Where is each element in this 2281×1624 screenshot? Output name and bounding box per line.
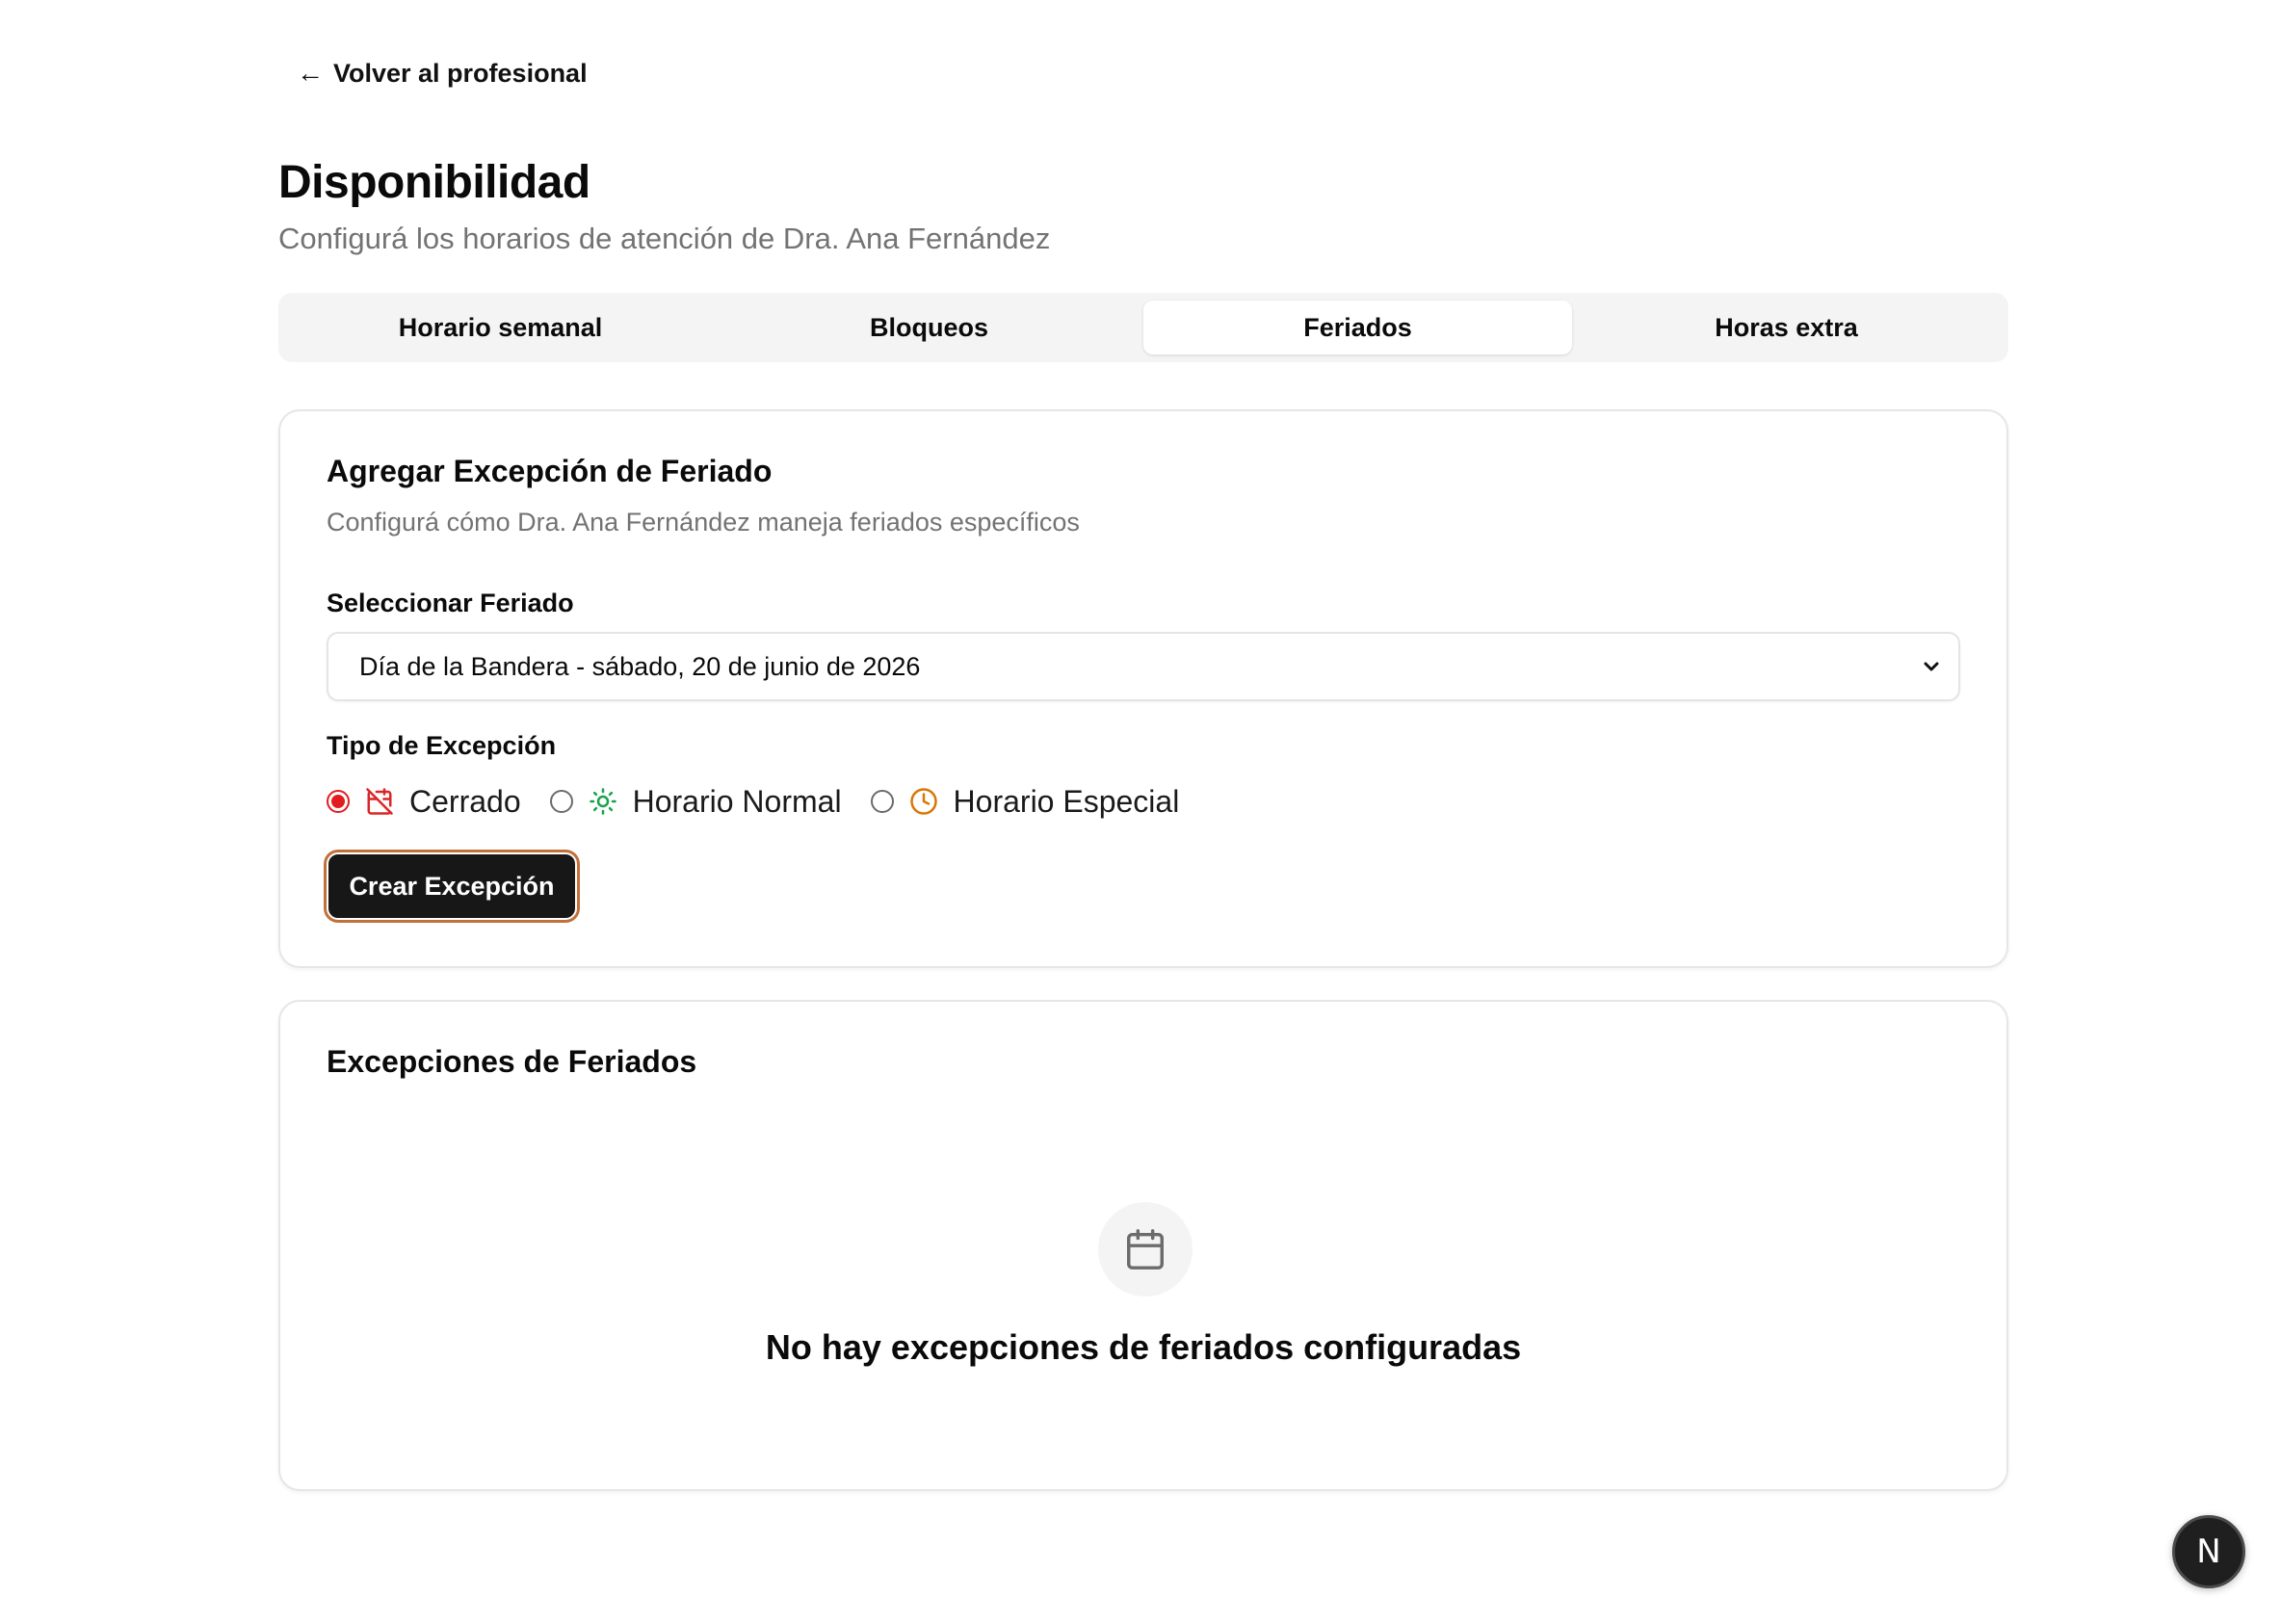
- tab-list: Horario semanal Bloqueos Feriados Horas …: [278, 293, 2008, 362]
- add-card-title: Agregar Excepción de Feriado: [327, 454, 773, 488]
- page-subtitle: Configurá los horarios de atención de Dr…: [278, 222, 1051, 255]
- chevron-down-icon: [1924, 662, 1939, 671]
- exceptions-card-title: Excepciones de Feriados: [327, 1044, 697, 1079]
- arrow-left-icon: ←: [297, 58, 324, 88]
- nextjs-dev-badge[interactable]: N: [2172, 1515, 2245, 1588]
- select-holiday-label: Seleccionar Feriado: [327, 589, 574, 617]
- empty-state-text: No hay excepciones de feriados configura…: [765, 1327, 1522, 1367]
- option-cerrado[interactable]: Cerrado: [327, 784, 521, 820]
- sun-icon: [589, 787, 617, 816]
- add-card-description: Configurá cómo Dra. Ana Fernández maneja…: [327, 508, 1080, 537]
- tab-horario-semanal[interactable]: Horario semanal: [286, 301, 715, 354]
- page: ← Volver al profesional Disponibilidad C…: [0, 0, 2281, 1624]
- option-horario-normal-label: Horario Normal: [632, 783, 842, 819]
- add-holiday-exception-card: Agregar Excepción de Feriado Configurá c…: [278, 409, 2008, 968]
- calendar-icon: [1127, 1229, 1164, 1270]
- holiday-select-value: Día de la Bandera - sábado, 20 de junio …: [359, 651, 921, 681]
- tab-bloqueos[interactable]: Bloqueos: [715, 301, 1143, 354]
- empty-state-icon-wrapper: [1098, 1202, 1193, 1297]
- tab-horas-extra[interactable]: Horas extra: [1572, 301, 2001, 354]
- option-horario-especial-label: Horario Especial: [953, 783, 1180, 819]
- exception-type-label: Tipo de Excepción: [327, 731, 557, 760]
- holiday-select[interactable]: Día de la Bandera - sábado, 20 de junio …: [327, 632, 1960, 701]
- option-horario-normal[interactable]: Horario Normal: [549, 783, 842, 820]
- exception-type-radio-group: Cerrado Horario Normal Horario Especial: [327, 782, 1208, 821]
- radio-cerrado[interactable]: [327, 790, 350, 813]
- radio-horario-normal[interactable]: [549, 790, 573, 813]
- calendar-off-icon: [365, 787, 394, 816]
- page-title: Disponibilidad: [278, 157, 590, 208]
- back-to-professional-link[interactable]: ← Volver al profesional: [297, 58, 588, 89]
- clock-icon: [909, 787, 938, 816]
- back-link-label: Volver al profesional: [333, 58, 588, 88]
- option-cerrado-label: Cerrado: [409, 783, 521, 819]
- radio-horario-especial[interactable]: [870, 790, 894, 813]
- holiday-exceptions-card: Excepciones de Feriados No hay excepcion…: [278, 1000, 2008, 1491]
- option-horario-especial[interactable]: Horario Especial: [870, 783, 1180, 820]
- create-exception-button[interactable]: Crear Excepción: [327, 852, 577, 920]
- tab-feriados[interactable]: Feriados: [1143, 301, 1572, 354]
